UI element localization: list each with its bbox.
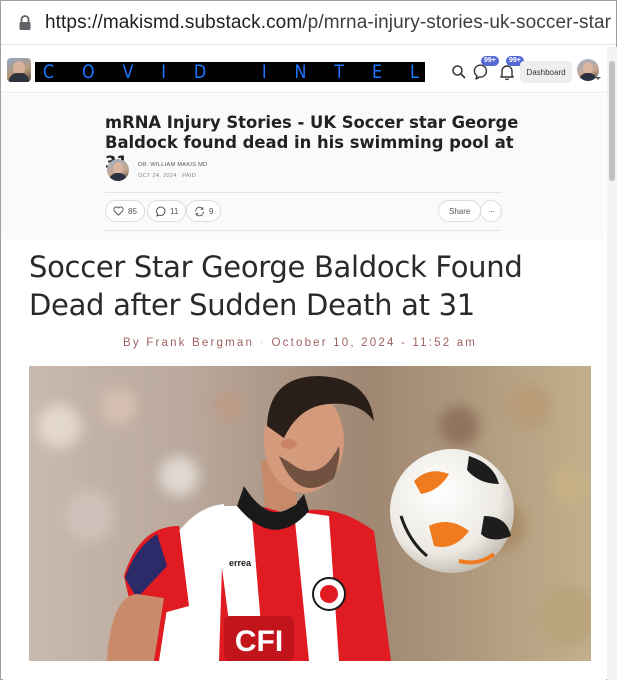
comment-icon	[156, 206, 166, 217]
restack-icon	[195, 206, 204, 216]
browser-window: https://makismd.substack.com/p/mrna-inju…	[0, 0, 617, 680]
heart-icon	[113, 206, 124, 216]
restack-button[interactable]: 9	[186, 200, 222, 222]
notifications-button[interactable]: 99+	[498, 56, 524, 81]
address-bar[interactable]: https://makismd.substack.com/p/mrna-inju…	[1, 1, 616, 45]
banner-letter: I	[161, 62, 167, 82]
comment-count: 11	[170, 206, 179, 216]
publication-banner[interactable]: C O V I D I N T E L	[35, 62, 425, 82]
publication-logo[interactable]	[7, 58, 31, 82]
messages-button[interactable]: 99+	[473, 56, 499, 81]
site-navbar: C O V I D I N T E L 99+ 99+ Dashboard	[1, 47, 606, 93]
more-options-button[interactable]: ···	[480, 200, 502, 222]
article-byline: By Frank Bergman ∙ October 10, 2024 - 11:5…	[123, 337, 477, 349]
lock-icon	[19, 15, 31, 30]
author-avatar[interactable]	[107, 159, 129, 181]
search-icon[interactable]	[450, 63, 468, 81]
banner-letter: T	[334, 62, 345, 82]
article-body: Soccer Star George Baldock Found Dead af…	[3, 239, 606, 680]
article-headline: Soccer Star George Baldock Found Dead af…	[29, 250, 523, 322]
byline-separator: ∙	[260, 337, 266, 349]
divider	[105, 230, 502, 231]
banner-letter: O	[82, 62, 95, 82]
url-text[interactable]: https://makismd.substack.com/p/mrna-inju…	[45, 12, 611, 34]
messages-badge: 99+	[481, 56, 499, 66]
like-button[interactable]: 85	[105, 200, 145, 222]
jersey-brand: errea	[229, 558, 252, 568]
url-path: /p/mrna-injury-stories-uk-soccer-star	[302, 12, 612, 33]
banner-letter: L	[409, 62, 419, 82]
banner-letter: E	[371, 62, 383, 82]
divider	[105, 192, 502, 193]
soccer-player-photo: CFI errea	[29, 366, 591, 661]
author-name[interactable]: DR. WILLIAM MAKIS MD	[138, 162, 207, 168]
byline-author[interactable]: By Frank Bergman	[123, 337, 254, 349]
banner-letter: V	[122, 62, 134, 82]
url-host: https://makismd.substack.com	[45, 12, 303, 33]
post-date: OCT 24, 2024 ∙ PAID	[138, 173, 197, 179]
dashboard-button[interactable]: Dashboard	[520, 61, 572, 83]
banner-letter: I	[261, 62, 267, 82]
share-button[interactable]: Share	[438, 200, 482, 222]
comment-button[interactable]: 11	[147, 200, 187, 222]
banner-letter: C	[43, 62, 55, 82]
post-header: mRNA Injury Stories - UK Soccer star Geo…	[1, 94, 606, 239]
banner-letter: D	[193, 62, 207, 82]
scrollbar-thumb[interactable]	[609, 61, 615, 181]
jersey-sponsor: CFI	[235, 625, 283, 658]
hero-image: CFI errea	[29, 366, 591, 661]
restack-count: 9	[209, 206, 214, 216]
banner-letter: N	[294, 62, 307, 82]
byline-date: October 10, 2024 - 11:52 am	[271, 337, 478, 349]
like-count: 85	[128, 206, 137, 216]
chevron-down-icon[interactable]	[595, 77, 601, 80]
